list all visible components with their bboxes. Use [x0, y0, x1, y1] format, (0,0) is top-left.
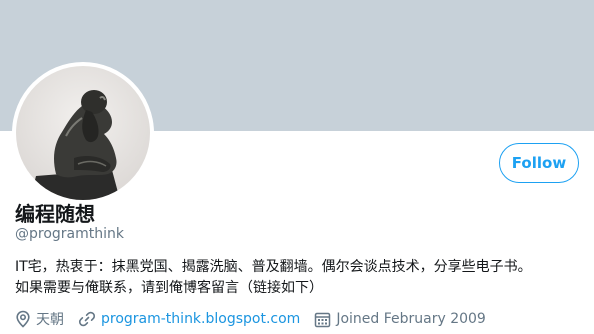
location-pin-icon — [16, 310, 30, 328]
thinker-statue-image — [16, 66, 150, 200]
link-icon — [78, 311, 96, 327]
profile-bio: IT宅，热衷于：抹黑党国、揭露洗脑、普及翻墙。偶尔会谈点技术，分享些电子书。 如… — [15, 257, 585, 299]
profile-handle: @programthink — [15, 226, 124, 242]
joined-text: Joined February 2009 — [336, 311, 486, 327]
profile-meta: 天朝 program-think.blogspot.com Joined Feb… — [15, 308, 500, 330]
follow-button[interactable]: Follow — [499, 143, 579, 183]
avatar[interactable] — [12, 62, 154, 204]
profile-display-name: 编程随想 — [15, 202, 95, 226]
calendar-icon — [315, 312, 331, 327]
profile-website[interactable]: program-think.blogspot.com — [78, 310, 300, 328]
profile-location: 天朝 — [15, 309, 64, 329]
bio-line-1: IT宅，热衷于：抹黑党国、揭露洗脑、普及翻墙。偶尔会谈点技术，分享些电子书。 — [15, 259, 532, 275]
website-link[interactable]: program-think.blogspot.com — [101, 311, 300, 327]
bio-line-2: 如果需要与俺联系，请到俺博客留言（链接如下） — [15, 280, 323, 296]
location-text: 天朝 — [36, 312, 64, 328]
profile-joined: Joined February 2009 — [314, 311, 486, 328]
